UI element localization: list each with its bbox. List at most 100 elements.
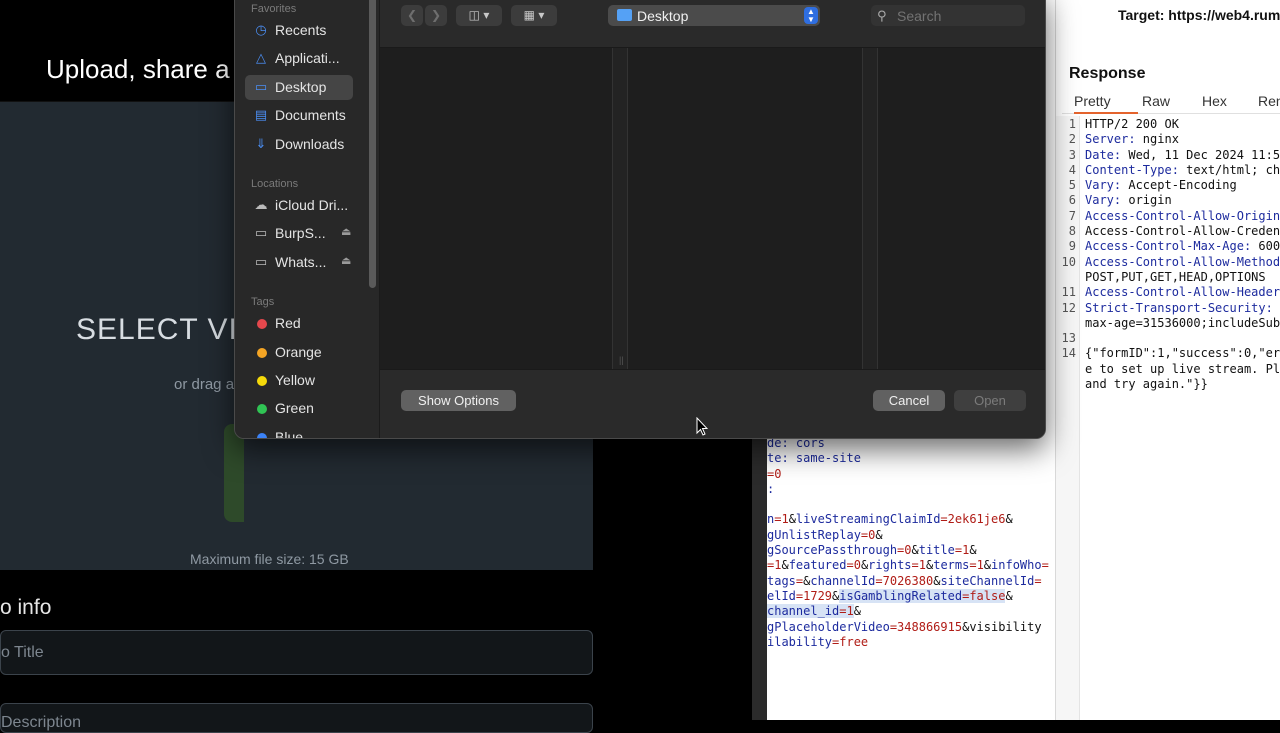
drag-hint: or drag a [174, 376, 235, 393]
column-resize-handle[interactable]: || [619, 355, 624, 365]
response-line: Access-Control-Allow-Headers: [1085, 285, 1280, 300]
sidebar-scrollbar[interactable] [369, 0, 376, 288]
chevron-left-icon: ❮ [406, 8, 418, 22]
browser-column[interactable] [878, 48, 1045, 369]
line-number: 12 [1061, 300, 1076, 315]
request-line: tags=&channelId=7026380&siteChannelId= [767, 573, 1042, 588]
popup-arrows-icon: ▲ ▼ [804, 7, 818, 24]
request-line: te: same-site [767, 451, 861, 466]
tab-hex[interactable]: Hex [1202, 93, 1227, 109]
request-body[interactable]: de: cors te: same-site =0: n=1&liveStreami… [767, 436, 1049, 650]
sidebar-item-label: Applicati... [275, 50, 340, 66]
video-description-input[interactable]: Description [0, 703, 593, 733]
line-number: 3 [1068, 147, 1076, 162]
tab-pretty[interactable]: Pretty [1074, 93, 1138, 114]
tag-color-dot [257, 319, 267, 329]
column-view-button[interactable]: ◫ ▾ [456, 5, 502, 26]
request-line: elId=1729&isGamblingRelated=false& [767, 588, 1013, 603]
forward-button[interactable]: ❯ [425, 5, 447, 26]
select-video-title: SELECT VID [76, 313, 261, 346]
column-divider[interactable] [863, 48, 878, 369]
sidebar-tag-green[interactable]: Green [245, 396, 353, 421]
sidebar-item-label: Downloads [275, 136, 345, 152]
sidebar-item-label: Green [275, 400, 314, 416]
tab-raw[interactable]: Raw [1142, 93, 1170, 109]
sidebar-item-whatsapp-volume[interactable]: ▭ Whats... ⏏ [245, 250, 353, 275]
columns-icon: ◫ ▾ [468, 8, 490, 22]
browser-column[interactable] [380, 48, 613, 369]
request-line: : [767, 481, 775, 496]
sidebar-item-recents[interactable]: ◷ Recents [245, 18, 353, 43]
request-line: gUnlistReplay=0& [767, 527, 883, 542]
applications-icon: △ [256, 50, 266, 65]
request-line: =0 [767, 466, 782, 481]
tab-render[interactable]: Render [1258, 93, 1280, 109]
grid-icon: ▦ ▾ [523, 8, 545, 22]
column-divider[interactable] [613, 48, 628, 369]
response-tabs: Pretty Raw Hex Render [1062, 92, 1280, 114]
show-options-button[interactable]: Show Options [401, 390, 516, 411]
back-button[interactable]: ❮ [401, 5, 423, 26]
line-number [1060, 270, 1076, 285]
search-input[interactable] [897, 8, 1017, 24]
finder-toolbar: ❮ ❯ ◫ ▾ ▦ ▾ Desktop ▲ ▼ ⚲ [380, 0, 1045, 48]
sidebar-item-icloud[interactable]: ☁ iCloud Dri... [245, 193, 353, 218]
eject-icon[interactable]: ⏏ [341, 225, 351, 238]
sidebar-item-applications[interactable]: △ Applicati... [245, 46, 353, 71]
response-line: and try again."}} [1085, 377, 1208, 392]
sidebar-item-label: Desktop [275, 79, 327, 95]
active-tab-indicator [1074, 112, 1138, 114]
eject-icon[interactable]: ⏏ [341, 254, 351, 267]
request-line: =1&featured=0&rights=1&terms=1&infoWho= [767, 558, 1049, 573]
line-number: 2 [1068, 132, 1076, 147]
response-line: max-age=31536000;includeSubDo [1085, 315, 1280, 330]
request-line: ilability=free [767, 634, 869, 649]
sidebar-tag-red[interactable]: Red [245, 311, 353, 336]
response-line: POST,PUT,GET,HEAD,OPTIONS [1085, 269, 1266, 284]
response-line: Access-Control-Allow-Methods: [1085, 254, 1280, 269]
icon-view-button[interactable]: ▦ ▾ [511, 5, 557, 26]
line-number: 1 [1068, 117, 1076, 131]
sidebar-tag-orange[interactable]: Orange [245, 340, 353, 365]
response-body[interactable]: HTTP/2 200 OK Server: nginx Date: Wed, 11 … [1085, 117, 1280, 392]
location-popup[interactable]: Desktop ▲ ▼ [608, 5, 820, 26]
sidebar-tag-blue[interactable]: Blue [245, 425, 353, 439]
response-line: Access-Control-Allow-Credenti [1085, 224, 1280, 239]
request-line: channel_id=1& [767, 604, 861, 619]
response-line: Vary: origin [1085, 193, 1172, 208]
sidebar-item-label: Whats... [275, 254, 327, 270]
tags-header: Tags [251, 296, 275, 308]
sidebar-item-downloads[interactable]: ⇓ Downloads [245, 132, 353, 157]
document-icon: ▤ [254, 107, 268, 122]
tag-color-dot [257, 433, 267, 438]
sidebar-item-label: Documents [275, 107, 346, 123]
download-icon: ⇓ [255, 136, 267, 151]
tab-pretty-label: Pretty [1074, 93, 1111, 109]
line-number: 13 [1061, 331, 1076, 346]
response-line: Access-Control-Max-Age: 600 [1085, 239, 1280, 254]
response-line: Strict-Transport-Security: [1085, 300, 1273, 315]
disk-icon: ▭ [254, 254, 268, 269]
browser-column[interactable] [628, 48, 863, 369]
line-number: 5 [1068, 178, 1076, 193]
sidebar-item-burpsuite-volume[interactable]: ▭ BurpS... ⏏ [245, 221, 353, 246]
sidebar-item-desktop[interactable]: ▭ Desktop [245, 75, 353, 100]
finder-sidebar: Favorites ◷ Recents △ Applicati... ▭ Des… [235, 0, 380, 439]
line-number [1060, 377, 1076, 392]
response-line: e to set up live stream. Ple [1085, 361, 1280, 376]
sidebar-item-label: Blue [275, 429, 304, 439]
line-number: 6 [1068, 193, 1076, 208]
sidebar-item-label: Red [275, 315, 301, 331]
sidebar-tag-yellow[interactable]: Yellow [245, 368, 353, 393]
video-title-placeholder: o Title [1, 644, 44, 661]
video-title-input[interactable]: o Title [0, 630, 593, 675]
open-button[interactable]: Open [954, 390, 1026, 411]
target-url: Target: https://web4.rum [1118, 7, 1280, 23]
response-line [1085, 331, 1280, 346]
line-number: 10 [1061, 254, 1076, 269]
request-line: gPlaceholderVideo=348866915&visibility [767, 619, 1042, 634]
search-field[interactable]: ⚲ [871, 5, 1025, 26]
line-number: 8 [1068, 224, 1076, 239]
sidebar-item-documents[interactable]: ▤ Documents [245, 103, 353, 128]
cancel-button[interactable]: Cancel [873, 390, 945, 411]
